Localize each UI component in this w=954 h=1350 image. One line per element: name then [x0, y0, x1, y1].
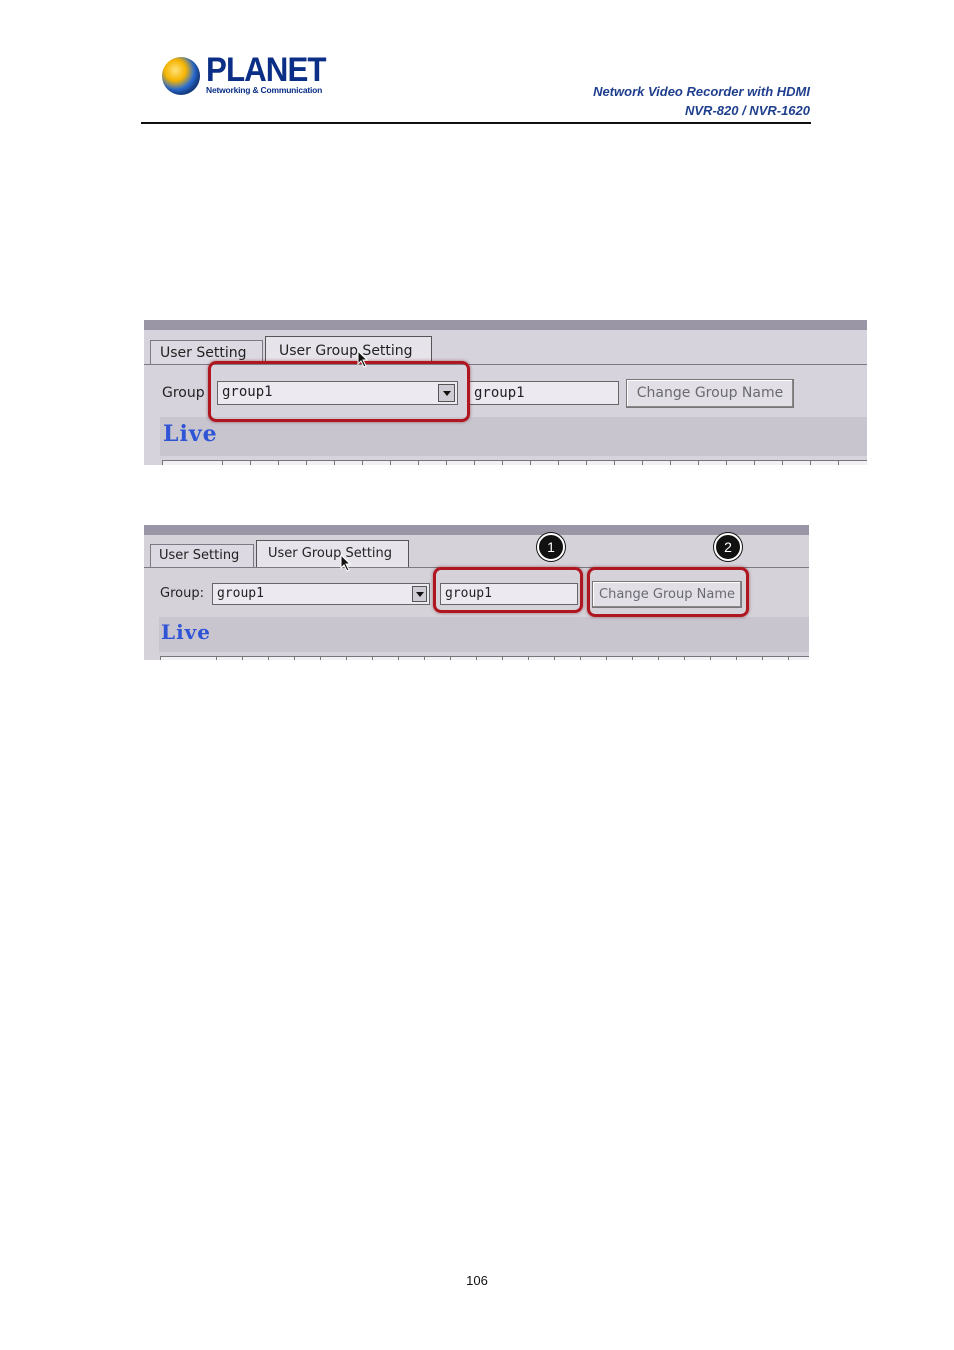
callout-badge-2: 2 — [714, 533, 742, 561]
chevron-down-icon[interactable] — [412, 586, 427, 602]
page-number: 106 — [466, 1273, 488, 1288]
live-section-title: Live — [161, 620, 212, 644]
tab-user-group-setting[interactable]: User Group Setting — [265, 336, 432, 364]
live-section-title: Live — [163, 421, 218, 447]
change-group-name-button[interactable]: Change Group Name — [626, 379, 794, 408]
logo-text: PLANET — [206, 51, 327, 89]
mouse-cursor-icon — [357, 350, 369, 368]
highlight-group-select — [208, 361, 470, 422]
logo-subtext: Networking & Communication — [206, 85, 323, 95]
mouse-cursor-icon — [340, 554, 352, 572]
permission-grid-row — [160, 656, 809, 660]
callout-badge-1: 1 — [537, 533, 565, 561]
tab-user-group-setting[interactable]: User Group Setting — [256, 540, 409, 567]
permission-grid-row — [162, 460, 867, 465]
screenshot-change-group-name: User Setting User Group Setting Group: g… — [144, 525, 809, 660]
group-select-value: group1 — [217, 586, 264, 601]
tab-user-setting[interactable]: User Setting — [150, 544, 254, 567]
live-section-bar — [160, 417, 867, 456]
planet-logo: PLANET Networking & Communication — [160, 51, 330, 101]
highlight-group-name-input — [433, 567, 583, 613]
screenshot-top-band — [144, 320, 867, 330]
group-name-input[interactable]: group1 — [469, 381, 619, 405]
screenshot-top-band — [144, 525, 809, 535]
group-select[interactable]: group1 — [212, 583, 430, 605]
group-label: Group — [162, 385, 205, 401]
highlight-change-group-name-button — [587, 567, 749, 617]
header-rule — [141, 122, 811, 124]
live-section-bar — [159, 617, 809, 652]
group-label: Group: — [160, 586, 204, 601]
globe-icon — [162, 57, 200, 95]
screenshot-select-group: User Setting User Group Setting Group gr… — [144, 320, 867, 465]
doc-models: NVR-820 / NVR-1620 — [685, 103, 810, 118]
doc-title: Network Video Recorder with HDMI — [593, 84, 810, 99]
document-header: Network Video Recorder with HDMI NVR-820… — [593, 82, 810, 120]
